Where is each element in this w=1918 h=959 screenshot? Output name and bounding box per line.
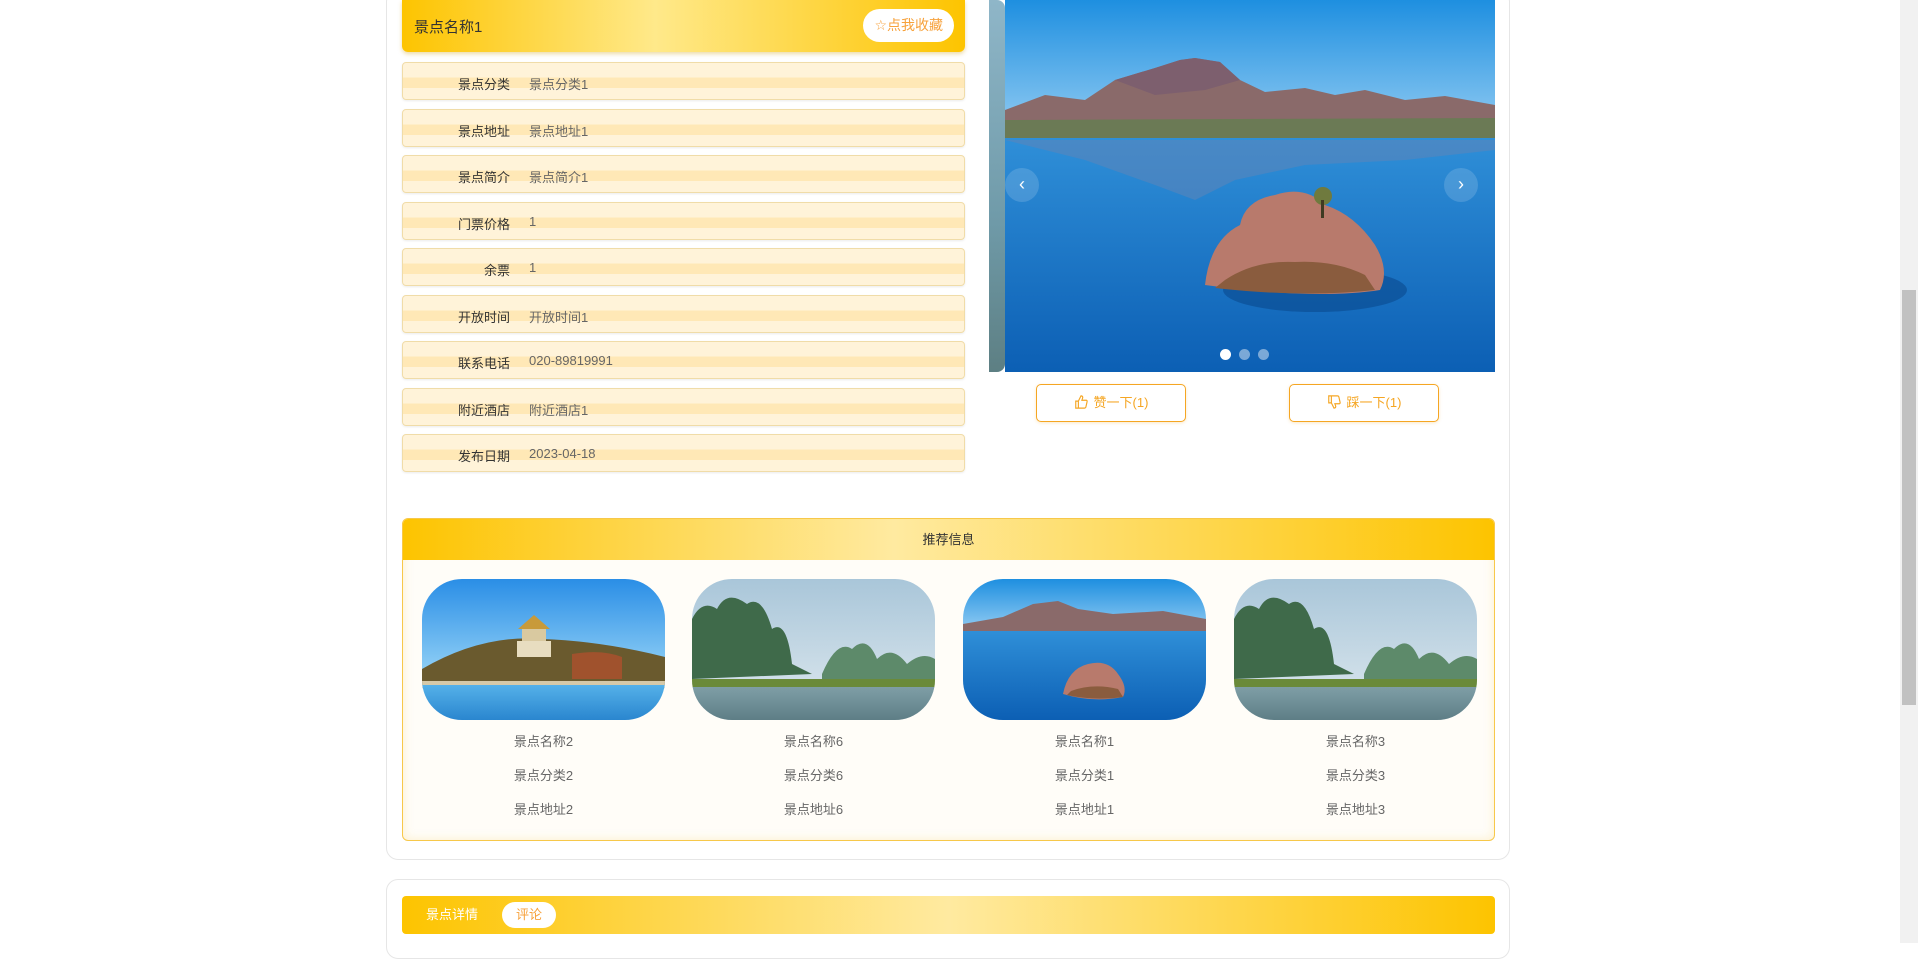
recommend-address: 景点地址3	[1325, 802, 1386, 817]
recommend-name: 景点名称2	[513, 734, 574, 749]
recommend-address: 景点地址1	[1054, 802, 1115, 817]
attraction-thumbnail	[963, 579, 1206, 720]
recommend-name: 景点名称1	[1054, 734, 1115, 749]
recommend-title: 推荐信息	[403, 519, 1494, 560]
recommend-address: 景点地址2	[513, 802, 574, 817]
detail-row-intro: 景点简介 景点简介1	[402, 155, 965, 193]
row-value: 开放时间1	[529, 309, 589, 325]
detail-row-hotel: 附近酒店 附近酒店1	[402, 387, 965, 426]
attraction-thumbnail	[1234, 579, 1477, 720]
detail-tabs-bar: 景点详情 评论	[402, 896, 1495, 934]
row-label: 景点分类	[457, 77, 510, 92]
tab-detail[interactable]: 景点详情	[426, 902, 478, 928]
row-value: 景点地址1	[529, 123, 589, 139]
recommend-category: 景点分类6	[783, 768, 844, 783]
row-label: 门票价格	[457, 216, 510, 232]
row-value: 景点分类1	[529, 77, 589, 92]
recommend-category: 景点分类3	[1325, 768, 1386, 783]
detail-row-phone: 联系电话 020-89819991	[402, 341, 965, 379]
like-button[interactable]: 赞一下(1)	[1036, 384, 1186, 422]
carousel-dot[interactable]	[1258, 349, 1269, 360]
recommend-name: 景点名称6	[783, 734, 844, 749]
row-label: 余票	[483, 263, 510, 278]
row-value: 1	[529, 260, 537, 275]
row-label: 联系电话	[457, 356, 510, 371]
row-value: 020-89819991	[529, 353, 613, 368]
row-label: 附近酒店	[457, 402, 510, 418]
carousel-dot[interactable]	[1220, 349, 1231, 360]
dislike-label: 踩一下(1)	[1346, 395, 1402, 410]
detail-row-price: 门票价格 1	[402, 201, 965, 240]
recommend-name: 景点名称3	[1325, 734, 1386, 749]
row-label: 开放时间	[457, 309, 510, 325]
row-value: 景点简介1	[529, 170, 589, 185]
detail-row-category: 景点分类 景点分类1	[402, 62, 965, 100]
recommend-card[interactable]: 景点名称3 景点分类3 景点地址3	[1234, 579, 1477, 827]
detail-row-date: 发布日期 2023-04-18	[402, 434, 965, 472]
detail-row-remaining: 余票 1	[402, 248, 965, 286]
detail-rows: 景点分类 景点分类1 景点地址 景点地址1 景点简介 景点简介1 门票价格 1 …	[402, 62, 965, 481]
recommend-section: 推荐信息 景点名称2 景点分类2 景点地址2 景点名称6 景点分类6 景点地址6	[402, 518, 1495, 841]
tab-comment[interactable]: 评论	[502, 902, 557, 928]
scrollbar-thumb[interactable]	[1902, 290, 1916, 705]
recommend-address: 景点地址6	[783, 802, 844, 817]
attraction-title: 景点名称1	[414, 19, 483, 36]
carousel-prev-arrow[interactable]: ‹	[1005, 168, 1039, 202]
carousel-slide-lake	[1005, 0, 1495, 372]
row-value: 1	[529, 213, 537, 229]
recommend-card[interactable]: 景点名称1 景点分类1 景点地址1	[963, 579, 1206, 827]
detail-row-hours: 开放时间 开放时间1	[402, 294, 965, 333]
row-label: 景点简介	[457, 170, 510, 185]
recommend-category: 景点分类2	[513, 768, 574, 783]
attraction-thumbnail	[422, 579, 665, 720]
detail-title-bar: 景点名称1 ☆点我收藏	[402, 0, 965, 52]
carousel-prev-slide-peek	[989, 0, 1005, 372]
row-value: 附近酒店1	[529, 402, 589, 418]
recommend-card[interactable]: 景点名称6 景点分类6 景点地址6	[692, 579, 935, 827]
recommend-card[interactable]: 景点名称2 景点分类2 景点地址2	[422, 579, 665, 827]
carousel-next-arrow[interactable]: ›	[1444, 168, 1478, 202]
image-carousel[interactable]: ‹ ›	[989, 0, 1495, 372]
carousel-dot[interactable]	[1239, 349, 1250, 360]
row-value: 2023-04-18	[529, 446, 596, 461]
favorite-button[interactable]: ☆点我收藏	[863, 9, 954, 42]
thumbs-down-icon	[1327, 395, 1341, 409]
dislike-button[interactable]: 踩一下(1)	[1289, 384, 1439, 422]
like-label: 赞一下(1)	[1093, 395, 1149, 410]
thumbs-up-icon	[1074, 395, 1088, 409]
row-label: 发布日期	[457, 449, 510, 464]
row-label: 景点地址	[457, 123, 510, 139]
detail-row-address: 景点地址 景点地址1	[402, 108, 965, 147]
page-scrollbar[interactable]	[1900, 0, 1918, 943]
recommend-category: 景点分类1	[1054, 768, 1115, 783]
attraction-thumbnail	[692, 579, 935, 720]
